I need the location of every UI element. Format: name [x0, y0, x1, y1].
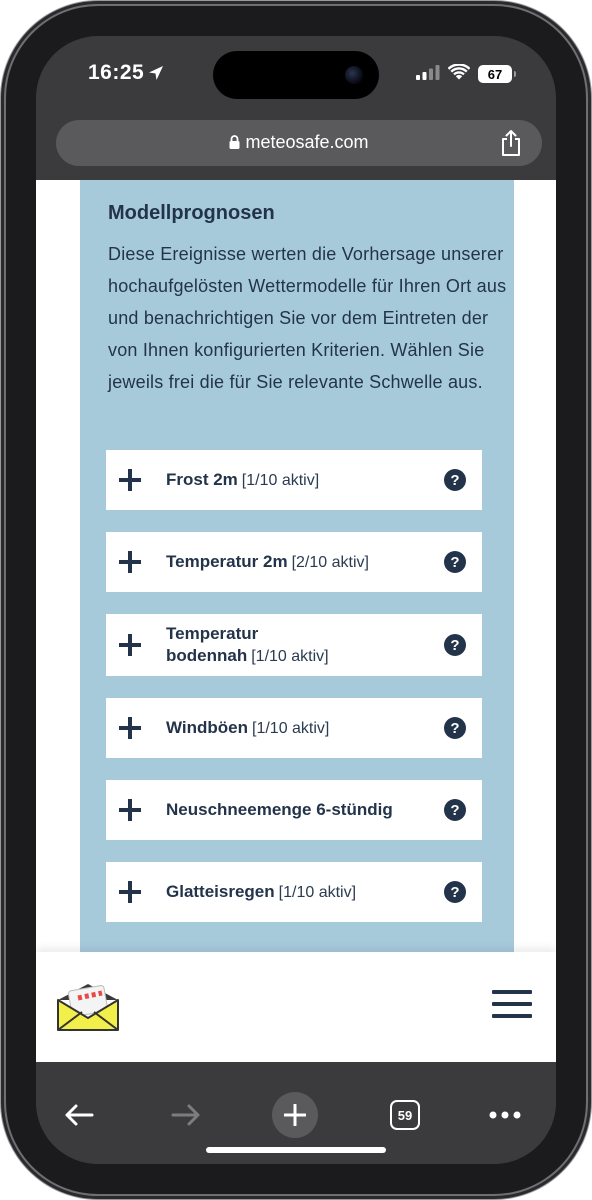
more-icon[interactable] [482, 1092, 528, 1138]
help-icon[interactable]: ? [444, 881, 466, 903]
envelope-logo-icon[interactable] [56, 982, 120, 1032]
event-frost-2m[interactable]: Frost 2m [1/10 aktiv] ? [106, 450, 482, 510]
section-description: Diese Ereignisse werten die Vorhersage u… [108, 244, 507, 392]
event-name: Neuschneemenge 6-stündig [166, 800, 393, 819]
event-name: Glatteisregen [166, 881, 275, 901]
battery-indicator: 67 [478, 65, 516, 83]
forward-icon[interactable] [163, 1092, 209, 1138]
phone-screen: 16:25 67 meteosafe.com Modellprognosen D… [36, 36, 556, 1164]
event-status: [1/10 aktiv] [278, 883, 357, 901]
event-windboeen[interactable]: Windböen [1/10 aktiv] ? [106, 698, 482, 758]
plus-icon[interactable] [119, 469, 141, 491]
camera-icon [345, 66, 363, 84]
tabs-icon[interactable]: 59 [382, 1092, 428, 1138]
plus-icon[interactable] [119, 881, 141, 903]
help-icon[interactable]: ? [444, 799, 466, 821]
event-list: Frost 2m [1/10 aktiv] ? Temperatur 2m [2/1… [106, 450, 482, 944]
new-tab-icon[interactable] [272, 1092, 318, 1138]
event-name: Windböen [166, 717, 248, 737]
site-footer-bar [36, 952, 556, 1062]
share-icon[interactable] [498, 129, 524, 157]
location-arrow-icon [148, 63, 164, 87]
time-text: 16:25 [88, 61, 145, 84]
event-label: Neuschneemenge 6-stündig [166, 799, 436, 821]
url-display[interactable]: meteosafe.com [56, 132, 542, 154]
web-page: Modellprognosen Diese Ereignisse werten … [36, 180, 556, 1060]
event-status: [1/10 aktiv] [252, 719, 330, 737]
event-temperatur-bodennah[interactable]: Temperatur bodennah [1/10 aktiv] ? [106, 614, 482, 676]
event-status: [1/10 aktiv] [241, 471, 320, 489]
plus-icon[interactable] [119, 634, 141, 656]
back-icon[interactable] [56, 1092, 102, 1138]
event-neuschneemenge[interactable]: Neuschneemenge 6-stündig ? [106, 780, 482, 840]
event-label: Windböen [1/10 aktiv] [166, 717, 436, 740]
event-label: Glatteisregen [1/10 aktiv] [166, 881, 436, 904]
wifi-icon [447, 63, 471, 84]
event-name: Temperatur 2m [166, 551, 288, 571]
status-indicators: 67 [416, 63, 516, 84]
battery-level: 67 [487, 66, 503, 82]
url-text: meteosafe.com [245, 132, 369, 152]
plus-icon[interactable] [119, 717, 141, 739]
address-bar[interactable]: meteosafe.com [56, 120, 542, 166]
section-title: Modellprognosen [108, 202, 275, 224]
help-icon[interactable]: ? [444, 634, 466, 656]
event-status: [1/10 aktiv] [251, 647, 329, 665]
event-status: [2/10 aktiv] [291, 553, 369, 571]
event-label: Frost 2m [1/10 aktiv] [166, 469, 436, 492]
event-name: Frost 2m [166, 469, 238, 489]
signal-icon [416, 64, 440, 84]
plus-icon[interactable] [119, 799, 141, 821]
help-icon[interactable]: ? [444, 717, 466, 739]
event-label: Temperatur bodennah [1/10 aktiv] [166, 623, 436, 668]
event-label: Temperatur 2m [2/10 aktiv] [166, 551, 436, 574]
status-bar: 16:25 67 [36, 36, 556, 110]
event-name-line2: bodennah [166, 645, 248, 665]
event-glatteisregen[interactable]: Glatteisregen [1/10 aktiv] ? [106, 862, 482, 922]
event-temperatur-2m[interactable]: Temperatur 2m [2/10 aktiv] ? [106, 532, 482, 592]
help-icon[interactable]: ? [444, 551, 466, 573]
home-indicator[interactable] [206, 1147, 386, 1153]
status-time: 16:25 [88, 61, 164, 87]
menu-icon[interactable] [492, 990, 532, 1018]
dynamic-island [213, 51, 379, 99]
plus-icon[interactable] [119, 551, 141, 573]
tabs-count: 59 [390, 1100, 420, 1130]
event-name-line1: Temperatur [166, 623, 259, 643]
model-forecast-panel: Modellprognosen Diese Ereignisse werten … [80, 180, 514, 960]
help-icon[interactable]: ? [444, 469, 466, 491]
lock-icon [229, 133, 240, 154]
